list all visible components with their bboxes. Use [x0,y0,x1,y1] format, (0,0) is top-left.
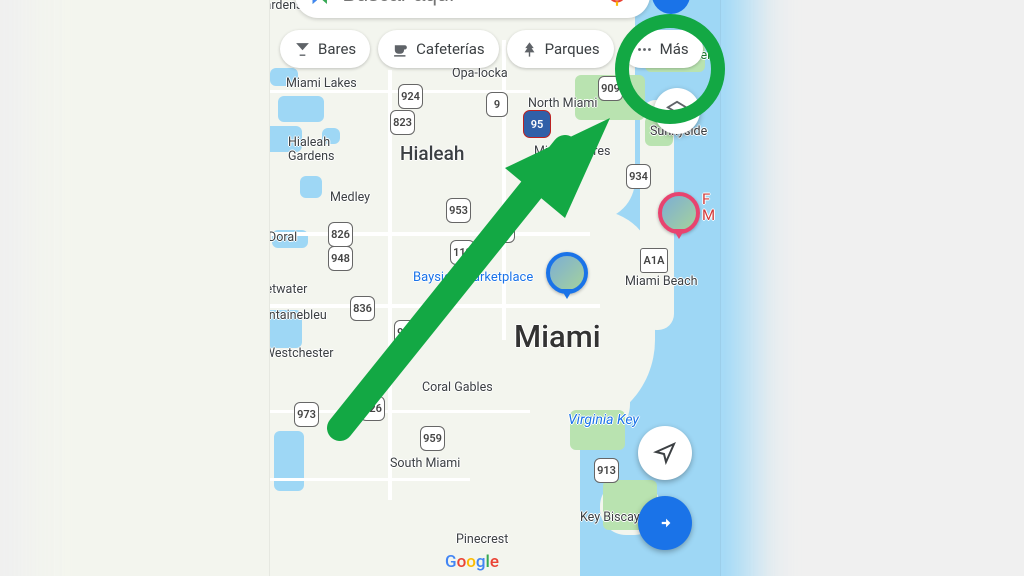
shield-9: 9 [486,92,508,117]
shield-913: 913 [594,458,619,483]
coffee-icon [392,41,409,58]
label-doral: Doral [270,230,297,245]
label-miami: Miami [514,318,601,355]
label-coralgables: Coral Gables [422,380,493,395]
label-miami-beach: Miami Beach [625,274,698,289]
shield-953: 953 [446,198,471,223]
location-arrow-icon [653,441,677,465]
shield-934: 934 [626,164,651,189]
label-medley: Medley [330,190,370,205]
directions-icon [652,510,678,536]
mic-icon[interactable] [604,0,630,8]
shield-924: 924 [398,84,423,109]
cocktail-icon [294,41,311,58]
chip-label: Cafeterías [416,40,484,58]
shield-973: 973 [294,402,319,427]
shield-826a: 826 [328,222,353,247]
label-westchester: Westchester [270,346,334,361]
label-north-miami: North Miami [528,96,597,111]
directions-button[interactable] [638,496,692,550]
label-miami-lakes: Miami Lakes [286,76,357,91]
chip-cafeterias[interactable]: Cafeterías [378,30,498,68]
chip-label: Parques [545,40,600,58]
shield-i95: 95 [523,110,551,138]
shield-826b: 826 [360,396,385,421]
label-sweetwater: Sweetwater [270,282,307,297]
maps-logo-icon [309,0,331,7]
label-hialeah-gdn: Hialeah Gardens [288,136,342,164]
label-hialeah: Hialeah [400,142,464,165]
label-opalocka: Opa-locka [452,66,508,81]
label-bayside: Bayside Marketplace [413,270,533,285]
shield-112: 112 [450,240,475,265]
shield-a1a: A1A [640,248,668,273]
shield-948: 948 [328,246,353,271]
annotation-circle [615,14,725,124]
chip-parques[interactable]: Parques [507,30,614,68]
shield-441: 441 [490,218,515,243]
google-attribution: Google [445,552,499,572]
search-bar[interactable] [295,0,650,18]
label-southmiami: South Miami [390,456,460,471]
poi-pin-pink[interactable] [658,192,700,234]
tree-icon [521,41,538,58]
shield-836: 836 [350,296,375,321]
chip-label: Bares [318,40,356,58]
shield-823: 823 [390,110,415,135]
label-fountaine: Fountainebleu [270,308,327,323]
search-input[interactable] [343,0,636,7]
label-mi-shores: Miami Shores [534,144,611,159]
shield-968: 968 [394,320,419,345]
poi-pin-bayside[interactable] [546,252,588,294]
chip-bares[interactable]: Bares [280,30,370,68]
label-pinecrest: Pinecrest [456,532,508,547]
recenter-button[interactable] [638,426,692,480]
shield-959: 959 [420,426,445,451]
label-virginiakey: Virginia Key [568,412,639,428]
label-m: M [702,206,715,224]
